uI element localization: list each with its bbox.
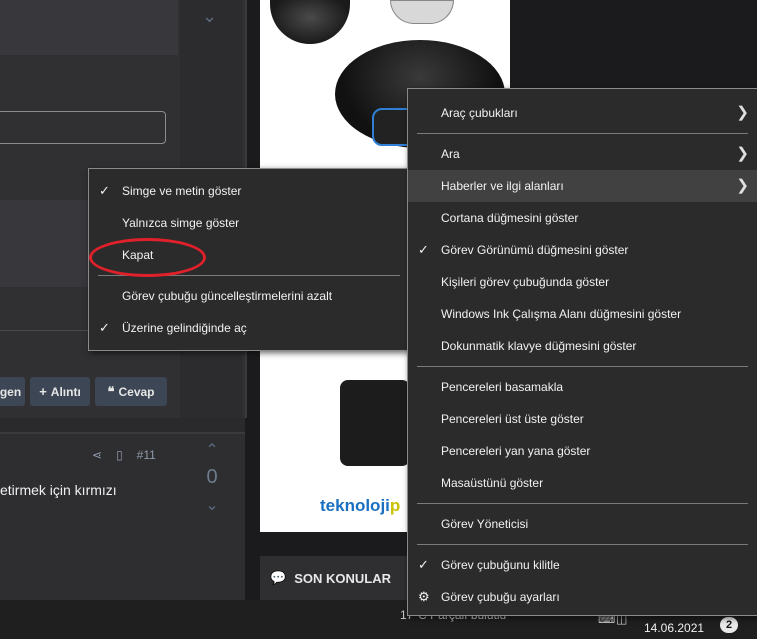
post-header-block (0, 0, 178, 55)
chevron-right-icon: ❯ (736, 104, 749, 121)
reply-input[interactable] (0, 111, 166, 144)
chevron-right-icon: ❯ (736, 177, 749, 194)
notification-badge[interactable]: 2 (720, 617, 738, 633)
vote-count: 0 (206, 466, 218, 488)
chevron-right-icon: ❯ (736, 145, 749, 162)
menu-item-label: Pencereleri yan yana göster (441, 444, 591, 458)
latest-topics-label: SON KONULAR (294, 570, 391, 586)
post-text: etirmek için kırmızı (0, 482, 117, 498)
menu-item-cortana[interactable]: Cortana düğmesini göster (408, 202, 757, 234)
checkmark-icon: ✓ (418, 242, 429, 257)
share-icon[interactable]: ⋖ (92, 448, 102, 462)
menu-item-label: Simge ve metin göster (122, 184, 242, 198)
menu-item-label: Görev çubuğu güncelleştirmelerini azalt (122, 289, 333, 303)
menu-item-label: Windows Ink Çalışma Alanı düğmesini göst… (441, 307, 682, 321)
menu-item-show-desktop[interactable]: Masaüstünü göster (408, 467, 757, 499)
menu-item-label: Görev Yöneticisi (441, 517, 529, 531)
chevron-up-icon[interactable]: ⌃ (205, 442, 218, 459)
quote-label: Alıntı (50, 384, 81, 399)
menu-item-lock-taskbar[interactable]: ✓ Görev çubuğunu kilitle (408, 549, 757, 581)
menu-separator (417, 503, 748, 504)
bookmark-icon[interactable]: ▯ (116, 448, 123, 462)
taskbar-context-menu: Araç çubukları ❯ Ara ❯ Haberler ve ilgi … (407, 88, 757, 616)
menu-item-task-manager[interactable]: Görev Yöneticisi (408, 508, 757, 540)
menu-item-touch-keyboard[interactable]: Dokunmatik klavye düğmesini göster (408, 330, 757, 362)
checkmark-icon: ✓ (99, 183, 110, 198)
menu-item-label: Pencereleri üst üste göster (441, 412, 584, 426)
menu-item-task-view[interactable]: ✓ Görev Görünümü düğmesini göster (408, 234, 757, 266)
ad-camera-image (340, 380, 410, 466)
plus-icon: + (39, 384, 47, 399)
reply-label: Cevap (118, 384, 155, 399)
react-button[interactable]: gen (0, 377, 25, 406)
menu-item-label: Yalnızca simge göster (122, 216, 240, 230)
menu-item-toolbars[interactable]: Araç çubukları ❯ (408, 97, 757, 129)
menu-item-windows-ink[interactable]: Windows Ink Çalışma Alanı düğmesini göst… (408, 298, 757, 330)
menu-item-cascade-windows[interactable]: Pencereleri basamakla (408, 371, 757, 403)
menu-item-news-and-interests[interactable]: Haberler ve ilgi alanları ❯ (408, 170, 757, 202)
menu-item-label: Görev Görünümü düğmesini göster (441, 243, 629, 257)
menu-item-label: Kişileri görev çubuğunda göster (441, 275, 610, 289)
menu-separator (417, 366, 748, 367)
menu-item-label: Masaüstünü göster (441, 476, 544, 490)
post-number[interactable]: #11 (137, 448, 156, 462)
menu-item-label: Pencereleri basamakla (441, 380, 564, 394)
menu-item-label: Araç çubukları (441, 106, 518, 120)
post-tools: ⋖ ▯ #11 (92, 448, 156, 462)
vote-widget: ⌃ 0 ⌄ (192, 440, 232, 515)
ad-brand-logo: teknolojip (320, 496, 400, 516)
menu-item-label: Görev çubuğu ayarları (441, 590, 560, 604)
menu-item-label: Haberler ve ilgi alanları (441, 179, 564, 193)
menu-separator (417, 133, 748, 134)
checkmark-icon: ✓ (418, 557, 429, 572)
checkmark-icon: ✓ (99, 320, 110, 335)
menu-item-label: Cortana düğmesini göster (441, 211, 579, 225)
comments-icon: 💬 (270, 570, 287, 585)
menu-item-search[interactable]: Ara ❯ (408, 138, 757, 170)
menu-item-reduce-updates[interactable]: Görev çubuğu güncelleştirmelerini azalt (89, 280, 409, 312)
chevron-down-icon[interactable]: ⌄ (205, 497, 218, 514)
ad-brand-text-accent: p (389, 496, 401, 515)
menu-item-people[interactable]: Kişileri görev çubuğunda göster (408, 266, 757, 298)
menu-item-show-icon-only[interactable]: Yalnızca simge göster (89, 207, 409, 239)
menu-item-stack-windows[interactable]: Pencereleri üst üste göster (408, 403, 757, 435)
menu-item-open-on-hover[interactable]: ✓ Üzerine gelindiğinde aç (89, 312, 409, 344)
quote-button[interactable]: + Alıntı (30, 377, 90, 406)
menu-item-label: Ara (441, 147, 460, 161)
taskbar-date[interactable]: 14.06.2021 (644, 621, 704, 635)
menu-separator (417, 544, 748, 545)
quote-icon: ❝ (107, 383, 115, 399)
react-label: gen (0, 384, 22, 399)
menu-item-side-by-side[interactable]: Pencereleri yan yana göster (408, 435, 757, 467)
menu-item-label: Görev çubuğunu kilitle (441, 558, 560, 572)
menu-item-show-icon-and-text[interactable]: ✓ Simge ve metin göster (89, 175, 409, 207)
menu-item-label: Dokunmatik klavye düğmesini göster (441, 339, 637, 353)
reply-button[interactable]: ❝ Cevap (95, 377, 167, 406)
latest-topics-heading: 💬 SON KONULAR (260, 556, 430, 600)
annotation-circle (89, 238, 206, 277)
menu-item-taskbar-settings[interactable]: ⚙ Görev çubuğu ayarları (408, 581, 757, 613)
menu-item-label: Üzerine gelindiğinde aç (122, 321, 247, 335)
chevron-down-icon[interactable]: ⌄ (202, 6, 217, 27)
ad-brand-text: teknoloji (320, 496, 390, 515)
gear-icon: ⚙ (418, 589, 430, 604)
